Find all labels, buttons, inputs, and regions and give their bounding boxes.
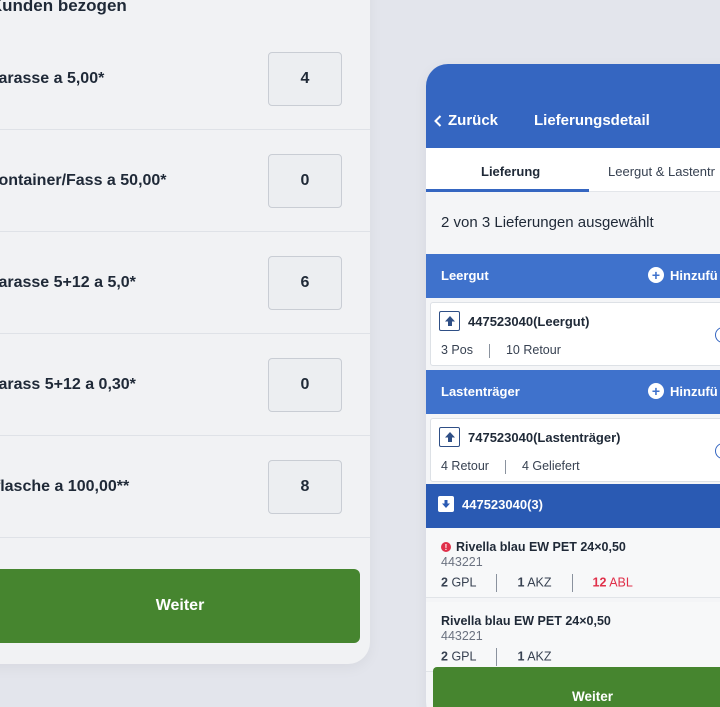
product-stats: 2 GPL 1 AKZ	[441, 648, 552, 666]
abl-unit: ABL	[609, 575, 633, 590]
delivery-group-title: 447523040(3)	[462, 496, 543, 512]
tab-lieferung[interactable]: Lieferung	[481, 164, 540, 179]
divider	[488, 343, 490, 358]
product-name: Rivella blau EW PET 24×0,50	[456, 540, 626, 554]
lastentraeger-item-card[interactable]: 747523040(Lastenträger) 4 Retour 4 Gelief…	[430, 418, 720, 482]
product-row[interactable]: ! Rivella blau EW PET 24×0,50 443221 2 G…	[426, 528, 720, 598]
gpl-unit: GPL	[451, 575, 477, 590]
quantity-row: G Harasse a 5,00* 4	[0, 28, 370, 130]
product-code: 443221	[441, 555, 483, 569]
product-code: 443221	[441, 629, 483, 643]
divider	[496, 574, 498, 592]
divider	[571, 574, 573, 592]
product-name: Rivella blau EW PET 24×0,50	[441, 614, 611, 628]
item-positions: 3 Pos	[441, 343, 473, 357]
plus-circle-icon: +	[648, 383, 664, 399]
item-delivered: 4 Geliefert	[521, 459, 580, 473]
next-button[interactable]: Weiter	[0, 569, 360, 643]
quantity-input[interactable]: 0	[268, 154, 342, 208]
next-button-label: Weiter	[572, 689, 614, 704]
app-header: Zurück Lieferungsdetail	[426, 64, 720, 148]
quantity-row: potflasche a 100,00** 8	[0, 436, 370, 538]
add-button[interactable]: + Hinzufü	[648, 267, 718, 283]
quantity-row: G Harass 5+12 a 0,30* 0	[0, 334, 370, 436]
info-icon[interactable]	[715, 327, 720, 343]
product-row[interactable]: Rivella blau EW PET 24×0,50 443221 2 GPL…	[426, 602, 720, 672]
delivery-group-header[interactable]: 447523040(3)	[426, 484, 720, 528]
delivery-detail-screen: Zurück Lieferungsdetail Lieferung Leergu…	[426, 64, 720, 707]
selection-summary: 2 von 3 Lieferungen ausgewählt	[441, 214, 654, 231]
return-quantities-panel: m Kunden bezogen G Harasse a 5,00* 4 G C…	[0, 0, 370, 664]
panel-title-text: m Kunden bezogen	[0, 0, 127, 15]
section-title: Lastenträger	[441, 384, 520, 399]
gpl-unit: GPL	[451, 649, 477, 664]
page-title: Lieferungsdetail	[534, 112, 650, 129]
arrow-up-icon	[439, 427, 460, 447]
divider	[496, 648, 498, 666]
akz-unit: AKZ	[527, 575, 552, 590]
gpl-count: 2	[441, 575, 448, 590]
quantity-input[interactable]: 0	[268, 358, 342, 412]
active-tab-indicator	[426, 189, 589, 192]
back-button[interactable]: Zurück	[434, 112, 498, 129]
leergut-item-card[interactable]: 447523040(Leergut) 3 Pos 10 Retour	[430, 302, 720, 366]
section-title: Leergut	[441, 268, 489, 283]
tab-bar: Lieferung Leergut & Lastentr	[426, 148, 720, 192]
next-button[interactable]: Weiter	[433, 667, 720, 707]
chevron-left-icon	[434, 114, 442, 127]
quantity-row-label: G Harasse a 5,00*	[0, 69, 105, 87]
add-button[interactable]: + Hinzufü	[648, 383, 718, 399]
quantity-row-label: potflasche a 100,00**	[0, 477, 130, 495]
quantity-row: G Harasse 5+12 a 5,0* 6	[0, 232, 370, 334]
quantity-input[interactable]: 8	[268, 460, 342, 514]
item-title: 747523040(Lastenträger)	[468, 429, 621, 445]
item-returns: 10 Retour	[505, 343, 561, 357]
add-button-label: Hinzufü	[670, 383, 718, 399]
section-header-leergut: Leergut + Hinzufü	[426, 254, 720, 298]
info-icon[interactable]	[715, 443, 720, 459]
back-button-label: Zurück	[448, 112, 499, 129]
quantity-input[interactable]: 6	[268, 256, 342, 310]
akz-count: 1	[517, 575, 525, 590]
quantity-row-label: G Harasse 5+12 a 5,0*	[0, 273, 136, 291]
section-header-lastentraeger: Lastenträger + Hinzufü	[426, 370, 720, 414]
item-returns: 4 Retour	[441, 459, 489, 473]
plus-circle-icon: +	[648, 267, 664, 283]
akz-count: 1	[517, 649, 525, 664]
product-stats: 2 GPL 1 AKZ 12 ABL	[441, 574, 633, 592]
akz-unit: AKZ	[527, 649, 552, 664]
error-icon: !	[441, 542, 451, 552]
quantity-row-label: G Harass 5+12 a 0,30*	[0, 375, 136, 393]
add-button-label: Hinzufü	[670, 267, 718, 283]
item-title: 447523040(Leergut)	[468, 313, 590, 329]
tab-leergut-lastentraeger[interactable]: Leergut & Lastentr	[608, 164, 715, 179]
arrow-up-icon	[439, 311, 460, 331]
quantity-input[interactable]: 4	[268, 52, 342, 106]
next-button-label: Weiter	[155, 597, 205, 614]
gpl-count: 2	[441, 649, 448, 664]
quantity-row: G Container/Fass a 50,00* 0	[0, 130, 370, 232]
divider	[504, 459, 506, 474]
quantity-row-label: G Container/Fass a 50,00*	[0, 171, 167, 189]
arrow-down-icon	[438, 496, 454, 512]
abl-count: 12	[592, 575, 607, 590]
